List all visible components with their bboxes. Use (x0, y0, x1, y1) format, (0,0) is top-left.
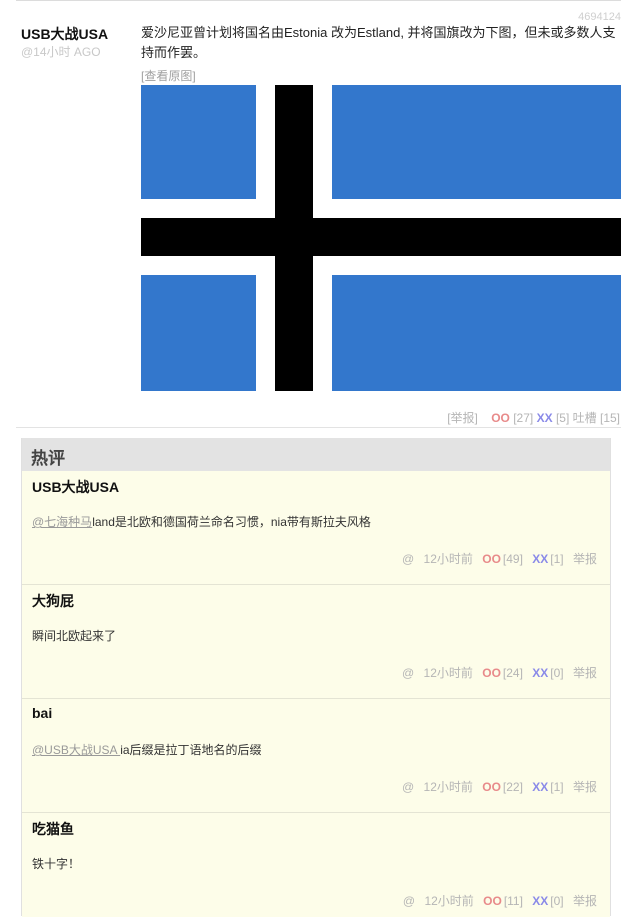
comment-actions: @ 12小时前 OO [22] XX [1] 举报 (402, 778, 597, 795)
comment-author[interactable]: 大狗屁 (32, 591, 74, 611)
comment-xx-button[interactable]: XX (532, 894, 548, 908)
post-time: @14小时 AGO (21, 45, 101, 59)
post-actions: [举报] OO [27] XX [5] 吐槽 [15] (447, 409, 620, 426)
comment-body: ia后缀是拉丁语地名的后缀 (120, 743, 262, 757)
comment-actions: @ 12小时前 OO [11] XX [0] 举报 (403, 892, 597, 909)
comment-body: 铁十字！ (32, 857, 81, 871)
hot-comments-panel: 热评 USB大战USA @七海种马land是北欧和德国荷兰命名习惯，nia带有斯… (21, 438, 611, 917)
comment-body: 瞬间北欧起来了 (32, 629, 117, 643)
comment-oo-button[interactable]: OO (482, 666, 501, 680)
view-original-link[interactable]: [查看原图] (141, 67, 196, 84)
comment-time: 12小时前 (423, 552, 473, 566)
post-divider (16, 427, 621, 428)
comment-mention-link[interactable]: @USB大战USA (32, 743, 120, 757)
comment-actions: @ 12小时前 OO [49] XX [1] 举报 (402, 550, 597, 567)
reply-at-button[interactable]: @ (402, 666, 414, 680)
reply-at-button[interactable]: @ (402, 552, 414, 566)
comment-time: 12小时前 (423, 666, 473, 680)
comment-report-link[interactable]: 举报 (573, 666, 597, 680)
flag-cross-horizontal (141, 218, 621, 256)
comment-report-link[interactable]: 举报 (573, 894, 597, 908)
comment-oo-count: [22] (502, 780, 523, 794)
reply-at-button[interactable]: @ (402, 780, 414, 794)
comment-text: 铁十字！ (32, 855, 80, 872)
comment-time: 12小时前 (423, 780, 473, 794)
comment-text: @USB大战USA ia后缀是拉丁语地名的后缀 (32, 741, 262, 758)
comment-text: 瞬间北欧起来了 (32, 627, 116, 644)
comment-report-link[interactable]: 举报 (573, 780, 597, 794)
comment-time: 12小时前 (424, 894, 474, 908)
comment-author[interactable]: 吃猫鱼 (32, 819, 74, 839)
post-report-link[interactable]: [举报] (447, 411, 478, 425)
comment-xx-button[interactable]: XX (532, 780, 548, 794)
comment-text: @七海种马land是北欧和德国荷兰命名习惯，nia带有斯拉夫风格 (32, 513, 371, 530)
comment-xx-button[interactable]: XX (532, 666, 548, 680)
post-author[interactable]: USB大战USA (21, 24, 108, 44)
comment-oo-button[interactable]: OO (482, 552, 501, 566)
post-tucao-link[interactable]: 吐槽 (573, 411, 597, 425)
comment-xx-count: [1] (550, 780, 564, 794)
reply-at-button[interactable]: @ (403, 894, 415, 908)
comment-oo-count: [49] (502, 552, 523, 566)
post-xx-count: [5] (555, 411, 570, 425)
comment-mention-link[interactable]: @七海种马 (32, 515, 92, 529)
comment-body: land是北欧和德国荷兰命名习惯，nia带有斯拉夫风格 (92, 515, 371, 529)
post-text: 爱沙尼亚曾计划将国名由Estonia 改为Estland, 并将国旗改为下图，但… (141, 25, 616, 60)
comment-xx-count: [0] (550, 666, 564, 680)
comment-item: 大狗屁 瞬间北欧起来了 @ 12小时前 OO [24] XX [0] 举报 (22, 585, 610, 699)
post-tucao-count: [15] (599, 411, 620, 425)
comment-author[interactable]: bai (32, 705, 52, 721)
comment-oo-count: [24] (502, 666, 523, 680)
comment-item: 吃猫鱼 铁十字！ @ 12小时前 OO [11] XX [0] 举报 (22, 813, 610, 917)
post-oo-button[interactable]: OO (491, 411, 510, 425)
comment-item: bai @USB大战USA ia后缀是拉丁语地名的后缀 @ 12小时前 OO [2… (22, 699, 610, 813)
comment-report-link[interactable]: 举报 (573, 552, 597, 566)
comment-actions: @ 12小时前 OO [24] XX [0] 举报 (402, 664, 597, 681)
hot-comments-title: 热评 (22, 438, 610, 471)
comment-oo-count: [11] (503, 894, 523, 908)
comment-xx-count: [0] (550, 894, 564, 908)
comment-item: USB大战USA @七海种马land是北欧和德国荷兰命名习惯，nia带有斯拉夫风… (22, 471, 610, 585)
comment-author[interactable]: USB大战USA (32, 477, 119, 497)
post-oo-count: [27] (513, 411, 534, 425)
top-divider (16, 0, 621, 1)
comment-oo-button[interactable]: OO (482, 780, 501, 794)
post-id: 4694124 (578, 11, 621, 23)
comment-oo-button[interactable]: OO (483, 894, 502, 908)
post-image-flag (141, 85, 621, 391)
comment-xx-button[interactable]: XX (532, 552, 548, 566)
post-xx-button[interactable]: XX (537, 411, 553, 425)
comment-xx-count: [1] (550, 552, 564, 566)
